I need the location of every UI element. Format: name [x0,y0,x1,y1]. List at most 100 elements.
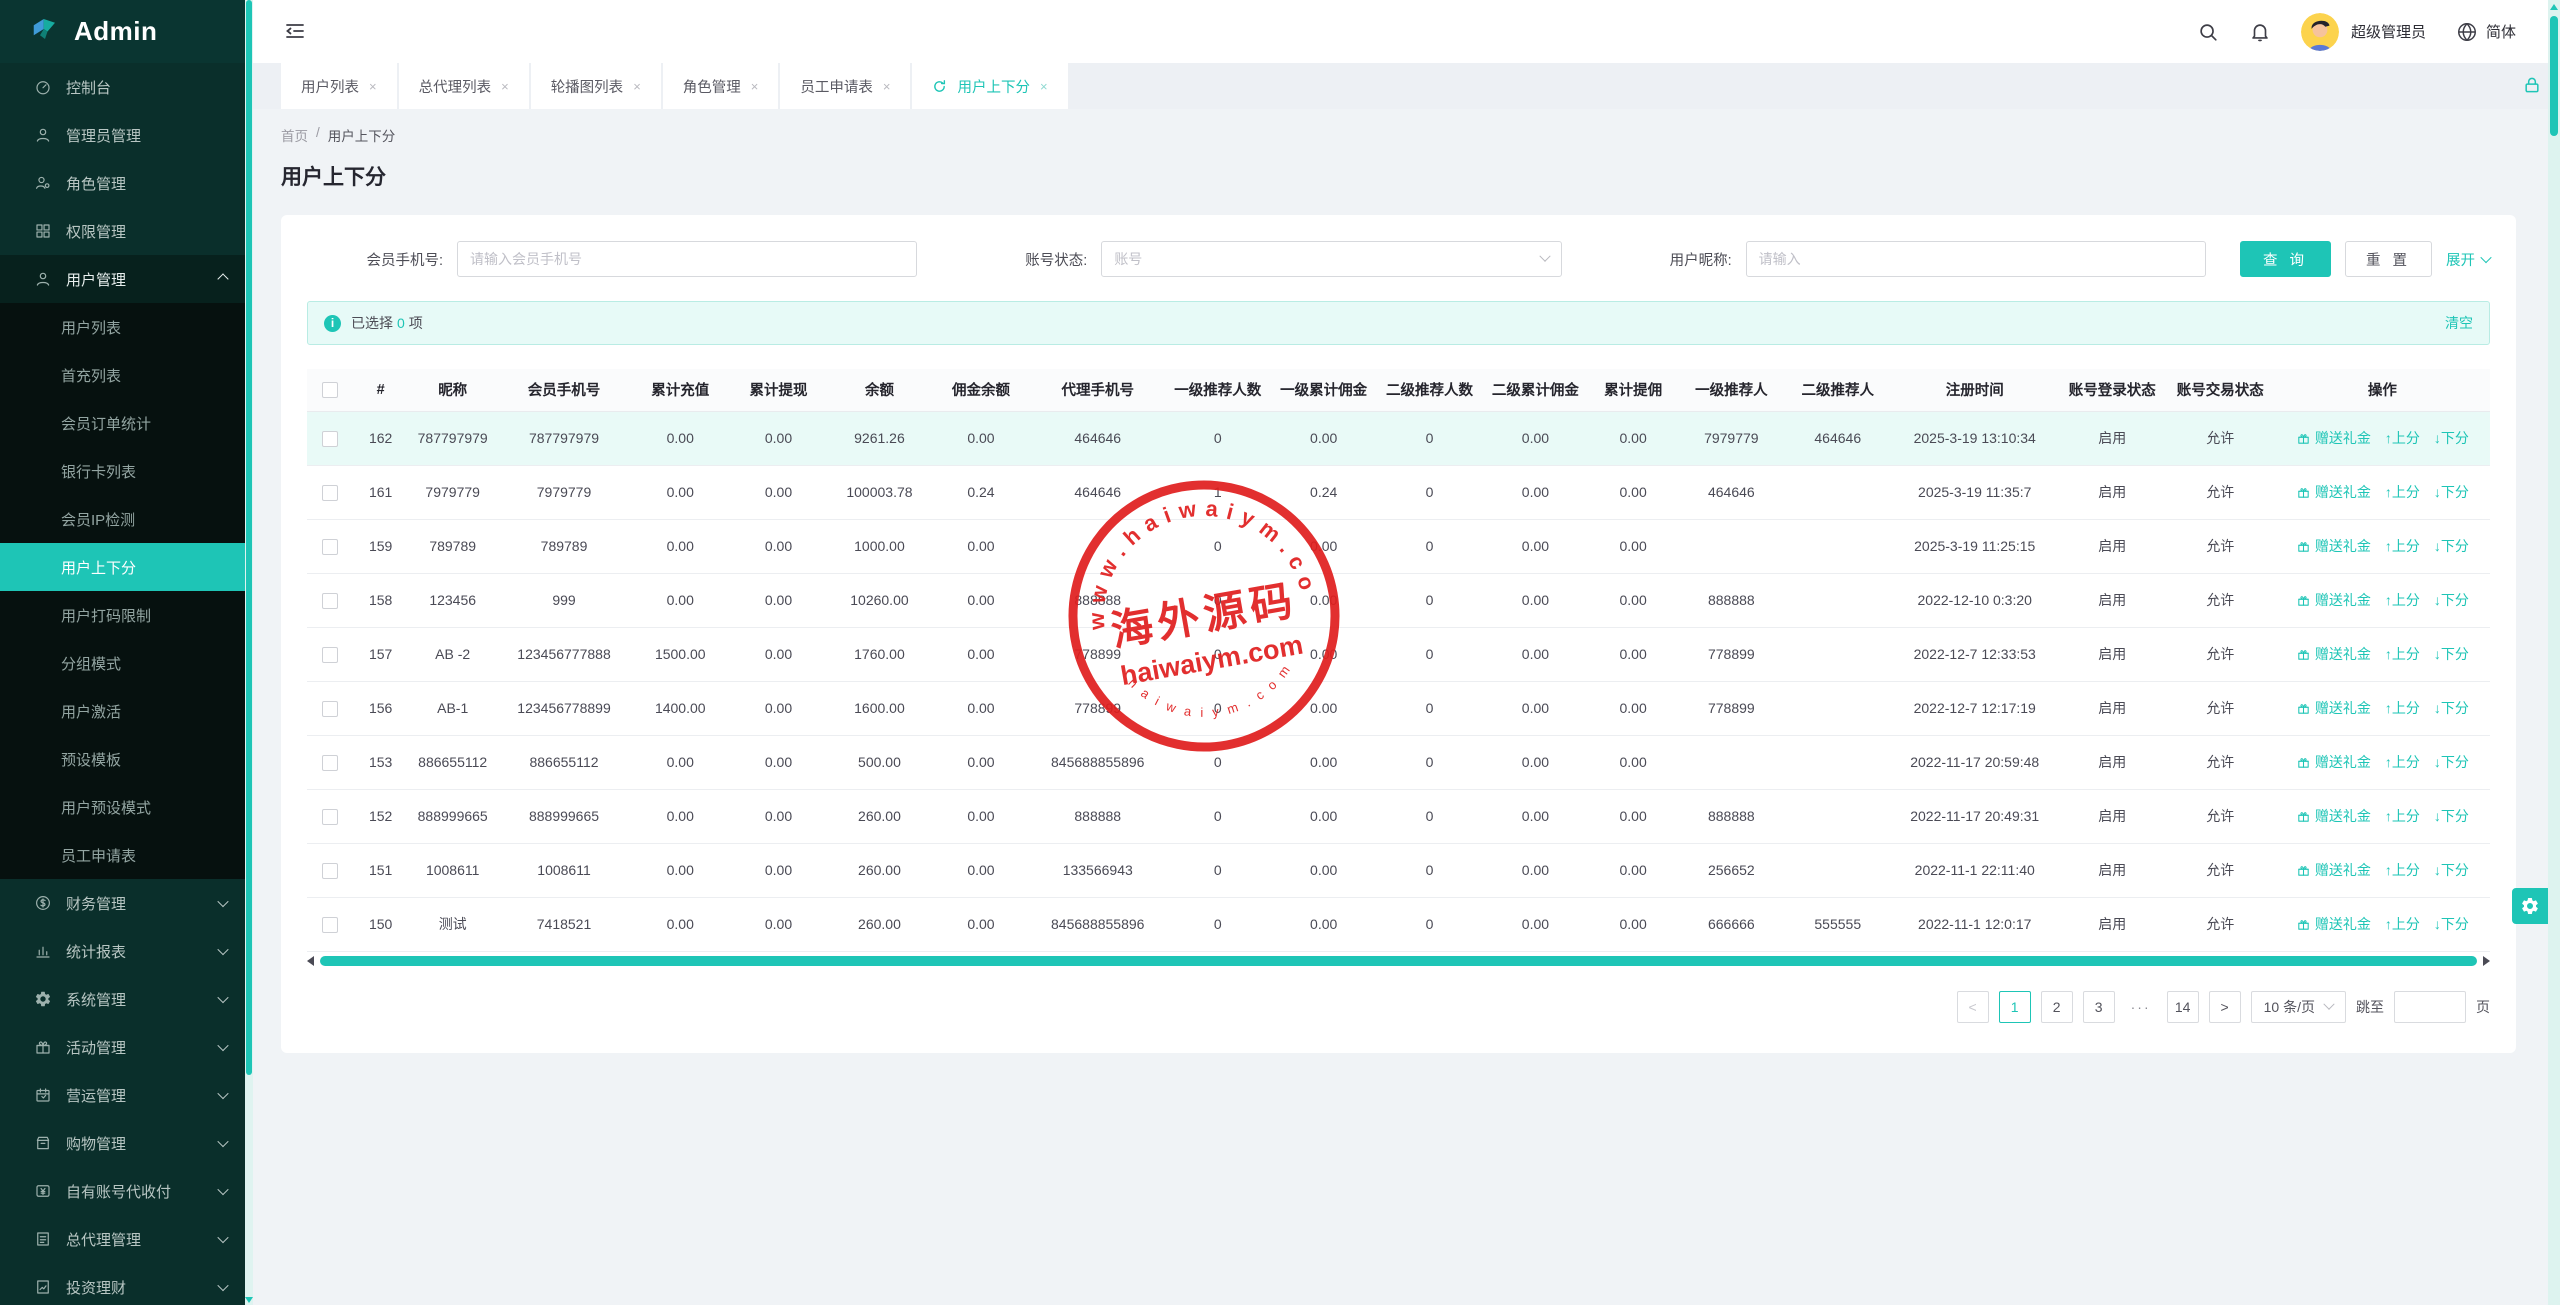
add-score-link[interactable]: ↑上分 [2385,644,2420,664]
page-size-select[interactable]: 10 条/页 [2250,990,2346,1023]
gift-action-link[interactable]: 赠送礼金 [2296,860,2371,880]
expand-link[interactable]: 展开 [2446,249,2492,270]
sidebar-subitem[interactable]: 预设模板 [0,735,245,783]
sidebar-subitem[interactable]: 用户上下分 [0,543,245,591]
user-menu[interactable]: 超级管理员 [2300,12,2426,51]
deduct-score-link[interactable]: ↓下分 [2434,644,2469,664]
deduct-score-link[interactable]: ↓下分 [2434,590,2469,610]
deduct-score-link[interactable]: ↓下分 [2434,536,2469,556]
sidebar-subitem[interactable]: 用户列表 [0,303,245,351]
sidebar-item[interactable]: 自有账号代收付 [0,1167,245,1215]
tab-轮播图列表[interactable]: 轮播图列表 × [530,63,661,109]
gift-action-link[interactable]: 赠送礼金 [2296,914,2371,934]
page-button-14[interactable]: 14 [2166,990,2199,1023]
sidebar-subitem[interactable]: 用户打码限制 [0,591,245,639]
gift-action-link[interactable]: 赠送礼金 [2296,644,2371,664]
deduct-score-link[interactable]: ↓下分 [2434,860,2469,880]
sidebar-scrollbar-thumb[interactable] [246,0,252,1075]
table-horizontal-scrollbar[interactable] [307,956,2490,967]
search-icon[interactable] [2197,21,2219,43]
logo[interactable]: Admin [0,0,253,63]
tab-close-icon[interactable]: × [883,79,891,94]
gift-action-link[interactable]: 赠送礼金 [2296,698,2371,718]
tab-员工申请表[interactable]: 员工申请表 × [780,63,911,109]
search-button[interactable]: 查 询 [2239,241,2331,277]
sidebar-item[interactable]: 总代理管理 [0,1215,245,1263]
add-score-link[interactable]: ↑上分 [2385,428,2420,448]
sidebar-item[interactable]: 购物管理 [0,1119,245,1167]
sidebar-scrollbar[interactable] [245,0,253,1305]
gift-action-link[interactable]: 赠送礼金 [2296,428,2371,448]
sidebar-subitem[interactable]: 银行卡列表 [0,447,245,495]
sidebar-subitem[interactable]: 首充列表 [0,351,245,399]
sidebar-item[interactable]: 营运管理 [0,1071,245,1119]
sidebar-item[interactable]: 控制台 [0,63,245,111]
sidebar-item[interactable]: 角色管理 [0,159,245,207]
row-checkbox[interactable] [321,538,338,555]
select-all-checkbox[interactable] [321,381,338,398]
clear-selection-link[interactable]: 清空 [2445,313,2473,333]
sidebar-item[interactable]: 投资理财 [0,1263,245,1305]
tab-用户列表[interactable]: 用户列表 × [281,63,397,109]
window-scrollbar-thumb[interactable] [2550,16,2558,136]
tab-close-icon[interactable]: × [501,79,509,94]
row-checkbox[interactable] [321,430,338,447]
gift-action-link[interactable]: 赠送礼金 [2296,752,2371,772]
status-select[interactable]: 账号 [1101,241,1562,277]
sidebar-item[interactable]: 财务管理 [0,879,245,927]
language-switch[interactable]: 简体 [2456,21,2516,43]
horizontal-scrollbar-thumb[interactable] [320,956,2477,966]
add-score-link[interactable]: ↑上分 [2385,914,2420,934]
sidebar-item[interactable]: 活动管理 [0,1023,245,1071]
row-checkbox[interactable] [321,916,338,933]
sidebar-item[interactable]: 统计报表 [0,927,245,975]
page-button-1[interactable]: 1 [1998,990,2031,1023]
sidebar-item[interactable]: 系统管理 [0,975,245,1023]
row-checkbox[interactable] [321,646,338,663]
breadcrumb-home[interactable]: 首页 [281,125,308,145]
refresh-icon[interactable] [932,79,947,94]
add-score-link[interactable]: ↑上分 [2385,590,2420,610]
nickname-input[interactable] [1745,241,2206,277]
sidebar-item[interactable]: 权限管理 [0,207,245,255]
tab-close-icon[interactable]: × [751,79,759,94]
gift-action-link[interactable]: 赠送礼金 [2296,536,2371,556]
sidebar-item[interactable]: 用户管理 [0,255,245,303]
deduct-score-link[interactable]: ↓下分 [2434,428,2469,448]
phone-input[interactable] [457,241,918,277]
deduct-score-link[interactable]: ↓下分 [2434,752,2469,772]
page-button-3[interactable]: 3 [2082,990,2115,1023]
sidebar-item[interactable]: 管理员管理 [0,111,245,159]
sidebar-fold-icon[interactable] [283,19,309,45]
sidebar-subitem[interactable]: 员工申请表 [0,831,245,879]
deduct-score-link[interactable]: ↓下分 [2434,698,2469,718]
tab-总代理列表[interactable]: 总代理列表 × [398,63,529,109]
deduct-score-link[interactable]: ↓下分 [2434,482,2469,502]
page-button-2[interactable]: 2 [2040,990,2073,1023]
next-page-button[interactable]: > [2208,990,2241,1023]
gift-action-link[interactable]: 赠送礼金 [2296,482,2371,502]
gift-action-link[interactable]: 赠送礼金 [2296,806,2371,826]
add-score-link[interactable]: ↑上分 [2385,806,2420,826]
scroll-left-arrow-icon[interactable] [307,956,314,966]
add-score-link[interactable]: ↑上分 [2385,482,2420,502]
sidebar-subitem[interactable]: 会员IP检测 [0,495,245,543]
add-score-link[interactable]: ↑上分 [2385,752,2420,772]
deduct-score-link[interactable]: ↓下分 [2434,914,2469,934]
tab-角色管理[interactable]: 角色管理 × [662,63,779,109]
tab-close-icon[interactable]: × [369,79,377,94]
row-checkbox[interactable] [321,862,338,879]
settings-gear-icon[interactable] [2512,888,2548,924]
deduct-score-link[interactable]: ↓下分 [2434,806,2469,826]
scroll-right-arrow-icon[interactable] [2483,956,2490,966]
sidebar-subitem[interactable]: 用户预设模式 [0,783,245,831]
row-checkbox[interactable] [321,754,338,771]
window-scrollbar[interactable] [2548,0,2560,1305]
notification-bell-icon[interactable] [2249,21,2271,43]
lock-icon[interactable] [2522,75,2542,95]
row-checkbox[interactable] [321,700,338,717]
gift-action-link[interactable]: 赠送礼金 [2296,590,2371,610]
sidebar-subitem[interactable]: 会员订单统计 [0,399,245,447]
row-checkbox[interactable] [321,808,338,825]
reset-button[interactable]: 重 置 [2344,241,2432,277]
